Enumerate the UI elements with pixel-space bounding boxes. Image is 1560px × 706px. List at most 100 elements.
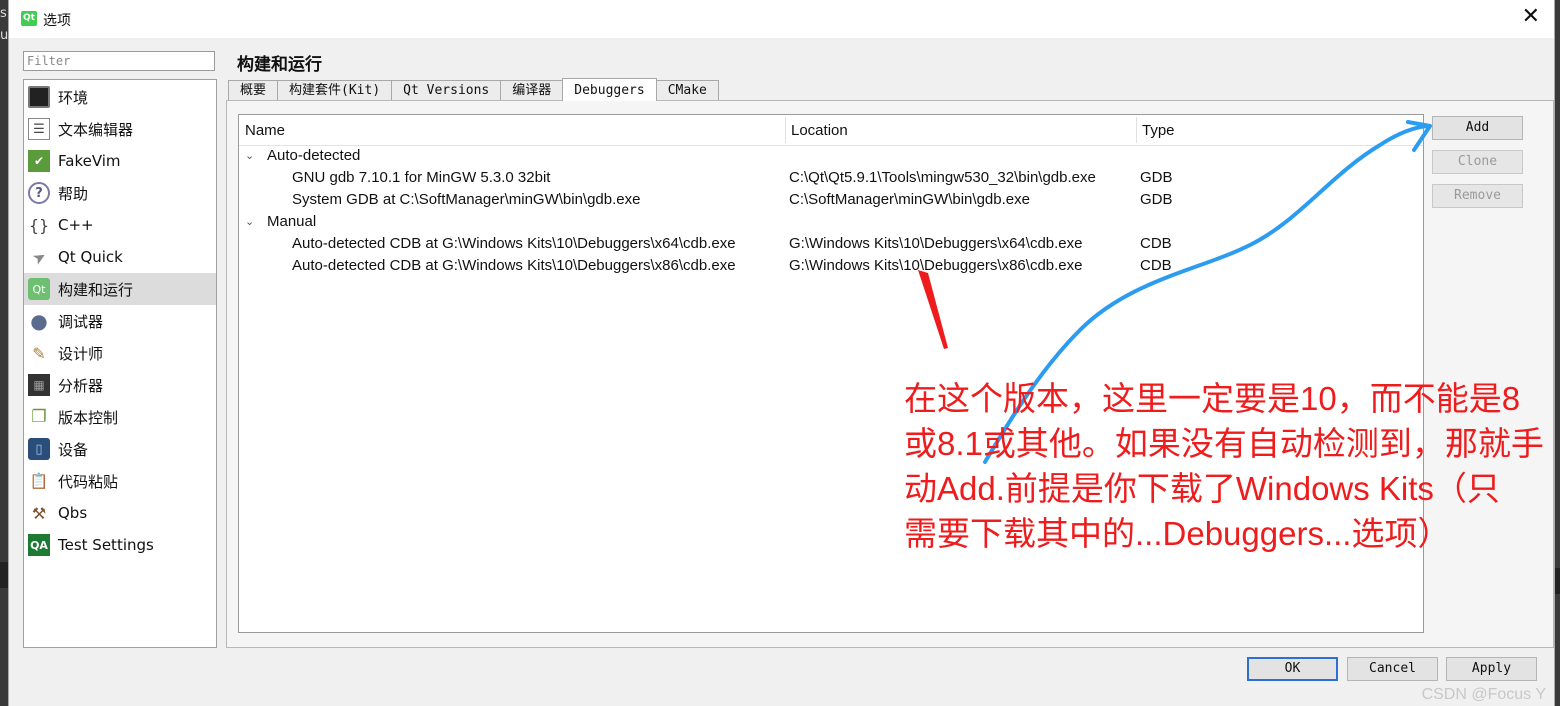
title-bar: Qt 选项 ✕ <box>9 0 1554 38</box>
background-text: s <box>0 6 7 21</box>
debugger-type: CDB <box>1140 257 1172 274</box>
tab[interactable]: Qt Versions <box>391 80 502 101</box>
add-button[interactable]: Add <box>1432 116 1523 140</box>
sidebar-item[interactable]: ✔ FakeVim <box>24 145 216 177</box>
annotation-line: 在这个版本，这里一定要是10，而不能是8 <box>904 380 1521 417</box>
chevron-down-icon[interactable]: ⌄ <box>245 145 254 167</box>
column-header-type[interactable]: Type <box>1142 122 1175 139</box>
tab[interactable]: CMake <box>655 80 719 101</box>
sidebar-item-label: 构建和运行 <box>58 280 134 299</box>
sidebar-item-label: Qt Quick <box>58 248 123 266</box>
cancel-button[interactable]: Cancel <box>1347 657 1438 681</box>
sidebar-item[interactable]: ❐ 版本控制 <box>24 401 216 433</box>
braces-icon: {} <box>28 215 50 235</box>
page-title: 构建和运行 <box>237 55 322 75</box>
clone-button[interactable]: Clone <box>1432 150 1523 174</box>
sidebar-item-label: C++ <box>58 216 94 234</box>
tree-header: Name Location Type <box>239 115 1423 146</box>
ok-button[interactable]: OK <box>1247 657 1338 681</box>
sidebar-item[interactable]: ▯ 设备 <box>24 433 216 465</box>
sidebar-item[interactable]: ☰ 文本编辑器 <box>24 113 216 145</box>
device-icon: ▯ <box>28 438 50 460</box>
sidebar-item[interactable]: ✎ 设计师 <box>24 337 216 369</box>
sidebar-item[interactable]: ▬ 环境 <box>24 81 216 113</box>
chevron-down-icon[interactable]: ⌄ <box>245 211 254 233</box>
annotation-line: 动Add.前提是你下载了Windows Kits（只 <box>904 470 1500 507</box>
table-row[interactable]: Auto-detected CDB at G:\Windows Kits\10\… <box>239 255 1423 277</box>
sidebar-item-label: 版本控制 <box>58 408 119 427</box>
table-row[interactable]: System GDB at C:\SoftManager\minGW\bin\g… <box>239 189 1423 211</box>
column-header-name[interactable]: Name <box>245 122 285 139</box>
monitor-icon: ▬ <box>28 86 50 108</box>
sidebar-item[interactable]: QA Test Settings <box>24 529 216 561</box>
qt-logo-icon: Qt <box>21 11 37 26</box>
tab[interactable]: 编译器 <box>500 80 564 101</box>
debugger-bug-icon: ● <box>30 309 48 333</box>
sidebar-item[interactable]: {} C++ <box>24 209 216 241</box>
sidebar-item-label: Qbs <box>58 504 88 522</box>
debugger-location: G:\Windows Kits\10\Debuggers\x86\cdb.exe <box>789 257 1083 274</box>
background-text: u <box>0 28 9 43</box>
column-divider[interactable] <box>1136 117 1137 143</box>
table-row[interactable]: GNU gdb 7.10.1 for MinGW 5.3.0 32bit C:\… <box>239 167 1423 189</box>
category-list: ▬ 环境 ☰ 文本编辑器 ✔ FakeVim? 帮助 {} C++ ➤ Qt Quick Qt 构建和运… <box>23 79 217 648</box>
hammer-icon: ⚒ <box>31 503 47 523</box>
sidebar-item-label: Test Settings <box>58 536 154 554</box>
sidebar-item[interactable]: ▦ 分析器 <box>24 369 216 401</box>
apply-button[interactable]: Apply <box>1446 657 1537 681</box>
sidebar-item-label: FakeVim <box>58 152 121 170</box>
text-editor-icon: ☰ <box>28 118 50 140</box>
close-button[interactable]: ✕ <box>1522 4 1540 29</box>
analyzer-icon: ▦ <box>28 374 50 396</box>
help-icon: ? <box>28 182 50 204</box>
sidebar-item-label: 分析器 <box>58 376 104 395</box>
sidebar-item[interactable]: ? 帮助 <box>24 177 216 209</box>
sidebar-item-label: 设计师 <box>58 344 104 363</box>
debugger-location: C:\SoftManager\minGW\bin\gdb.exe <box>789 191 1030 208</box>
paper-plane-icon: ➤ <box>28 245 50 269</box>
debugger-name: Auto-detected CDB at G:\Windows Kits\10\… <box>292 257 736 274</box>
tab[interactable]: Debuggers <box>562 78 657 101</box>
debugger-type: CDB <box>1140 235 1172 252</box>
tree-group-manual[interactable]: ⌄ Manual <box>239 211 1423 233</box>
group-label: Auto-detected <box>267 147 361 164</box>
sidebar-item[interactable]: ⚒ Qbs <box>24 497 216 529</box>
annotation-text: 在这个版本，这里一定要是10，而不能是8 或8.1或其他。如果没有自动检测到，那… <box>904 376 1544 556</box>
sidebar-item-label: 帮助 <box>58 184 89 203</box>
sidebar-item[interactable]: Qt 构建和运行 <box>24 273 216 305</box>
tab-bar: 概要 构建套件(Kit) Qt Versions 编译器 Debuggers CMake <box>228 78 719 101</box>
sidebar-item-label: 文本编辑器 <box>58 120 134 139</box>
window-title: 选项 <box>43 13 71 29</box>
annotation-line: 需要下载其中的...Debuggers...选项） <box>904 515 1451 552</box>
tab[interactable]: 构建套件(Kit) <box>277 80 393 101</box>
debugger-location: C:\Qt\Qt5.9.1\Tools\mingw530_32\bin\gdb.… <box>789 169 1096 186</box>
sidebar-item[interactable]: ● 调试器 <box>24 305 216 337</box>
sidebar-item-label: 设备 <box>58 440 89 459</box>
build-run-icon: Qt <box>28 278 50 300</box>
debugger-type: GDB <box>1140 169 1173 186</box>
background-window-fragment <box>0 562 8 588</box>
tree-group-auto-detected[interactable]: ⌄ Auto-detected <box>239 145 1423 167</box>
debugger-type: GDB <box>1140 191 1173 208</box>
column-divider[interactable] <box>785 117 786 143</box>
sidebar-item[interactable]: 📋 代码粘贴 <box>24 465 216 497</box>
fakevim-icon: ✔ <box>28 150 50 172</box>
debugger-name: System GDB at C:\SoftManager\minGW\bin\g… <box>292 191 641 208</box>
filter-input[interactable] <box>23 51 215 71</box>
annotation-line: 或8.1或其他。如果没有自动检测到，那就手 <box>904 425 1544 462</box>
tab[interactable]: 概要 <box>228 80 279 101</box>
code-paste-icon: 📋 <box>29 472 49 490</box>
options-dialog: Qt 选项 ✕ ▬ 环境 ☰ 文本编辑器 ✔ FakeVim? 帮助 {} C++ ➤ Qt Qui… <box>8 0 1555 706</box>
debugger-name: GNU gdb 7.10.1 for MinGW 5.3.0 32bit <box>292 169 551 186</box>
debugger-name: Auto-detected CDB at G:\Windows Kits\10\… <box>292 235 736 252</box>
group-label: Manual <box>267 213 317 230</box>
sidebar-item-label: 代码粘贴 <box>58 472 119 491</box>
sidebar-item[interactable]: ➤ Qt Quick <box>24 241 216 273</box>
debugger-location: G:\Windows Kits\10\Debuggers\x64\cdb.exe <box>789 235 1083 252</box>
remove-button[interactable]: Remove <box>1432 184 1523 208</box>
table-row[interactable]: Auto-detected CDB at G:\Windows Kits\10\… <box>239 233 1423 255</box>
designer-icon: ✎ <box>32 343 46 363</box>
sidebar-item-label: 环境 <box>58 88 89 107</box>
column-header-location[interactable]: Location <box>791 122 848 139</box>
version-control-icon: ❐ <box>31 407 47 427</box>
